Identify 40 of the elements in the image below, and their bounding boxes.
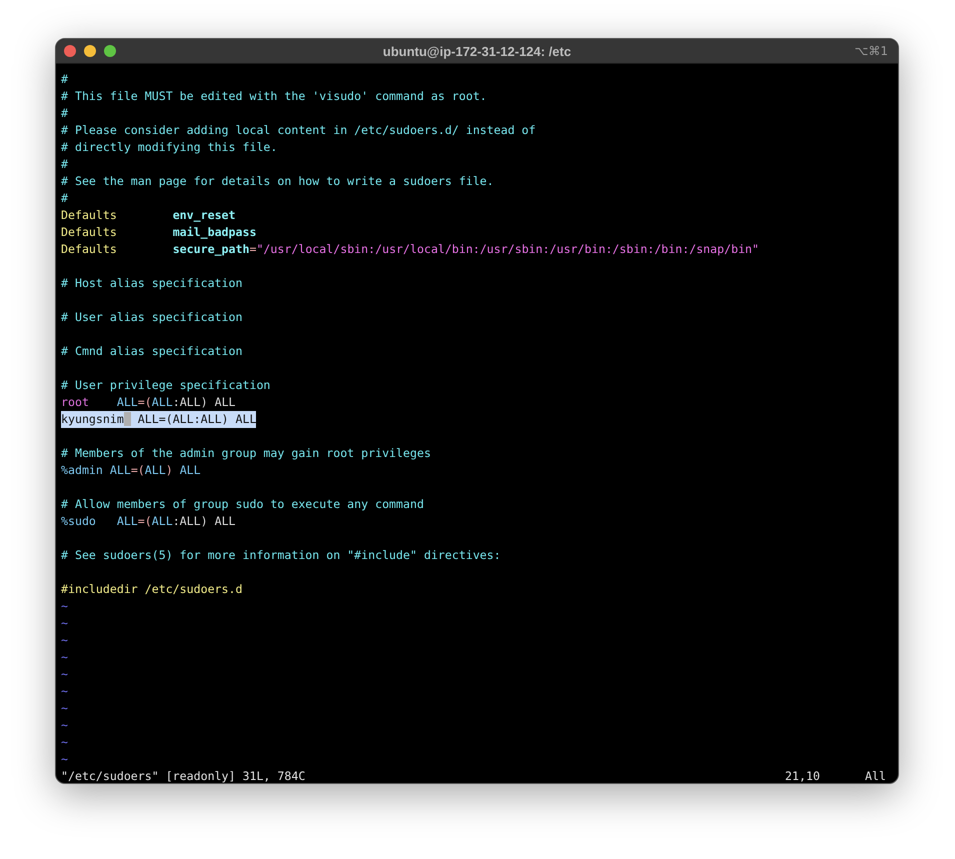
code-line: # See sudoers(5) for more information on "#include" directives: bbox=[61, 547, 501, 564]
empty-line-marker: ~ bbox=[61, 633, 68, 647]
code-line: %admin ALL=(ALL) ALL bbox=[61, 462, 201, 479]
code-line: Defaults mail_badpass bbox=[61, 224, 256, 241]
code-line: # Please consider adding local content in /etc/sudoers.d/ instead of bbox=[61, 122, 536, 139]
code-line: # User privilege specification bbox=[61, 377, 270, 394]
code-line: root ALL=(ALL:ALL) ALL bbox=[61, 394, 236, 411]
code-line: # bbox=[61, 71, 68, 88]
code-line: # Members of the admin group may gain root privileges bbox=[61, 445, 431, 462]
empty-line-marker: ~ bbox=[61, 667, 68, 681]
empty-line-marker: ~ bbox=[61, 616, 68, 630]
code-line: #includedir /etc/sudoers.d bbox=[61, 581, 242, 598]
code-line: %sudo ALL=(ALL:ALL) ALL bbox=[61, 513, 236, 530]
code-line: # Allow members of group sudo to execute any command bbox=[61, 496, 424, 513]
code-line: # bbox=[61, 156, 68, 173]
empty-line-marker: ~ bbox=[61, 718, 68, 732]
empty-line-marker: ~ bbox=[61, 650, 68, 664]
code-line: # Host alias specification bbox=[61, 275, 242, 292]
zoom-button[interactable] bbox=[104, 45, 116, 57]
window-title: ubuntu@ip-172-31-12-124: /etc bbox=[382, 44, 572, 58]
empty-line-marker: ~ bbox=[61, 752, 68, 766]
scroll-position: All bbox=[865, 768, 886, 783]
code-line: # See the man page for details on how to write a sudoers file. bbox=[61, 173, 494, 190]
file-info: "/etc/sudoers" [readonly] 31L, 784C bbox=[61, 768, 306, 783]
code-line: # bbox=[61, 105, 68, 122]
empty-line-marker: ~ bbox=[61, 701, 68, 715]
minimize-button[interactable] bbox=[84, 45, 96, 57]
code-line: # This file MUST be edited with the 'visudo' command as root. bbox=[61, 88, 487, 105]
code-line: # directly modifying this file. bbox=[61, 139, 278, 156]
code-line: Defaults secure_path="/usr/local/sbin:/usr/local/bin:/usr/sbin:/usr/bin:/sbin:/bin:/snap/bin" bbox=[61, 241, 760, 258]
shortcut-label: ⌥⌘1 bbox=[854, 44, 889, 58]
code-line: Defaults env_reset bbox=[61, 207, 236, 224]
empty-line-marker: ~ bbox=[61, 735, 68, 749]
close-button[interactable] bbox=[64, 45, 76, 57]
cursor-position: 21,10 bbox=[785, 768, 821, 783]
code-line: # bbox=[61, 190, 68, 207]
empty-line-marker: ~ bbox=[61, 599, 68, 613]
code-line: # Cmnd alias specification bbox=[61, 343, 242, 360]
empty-line-marker: ~ bbox=[61, 684, 68, 698]
code-line: # User alias specification bbox=[61, 309, 242, 326]
